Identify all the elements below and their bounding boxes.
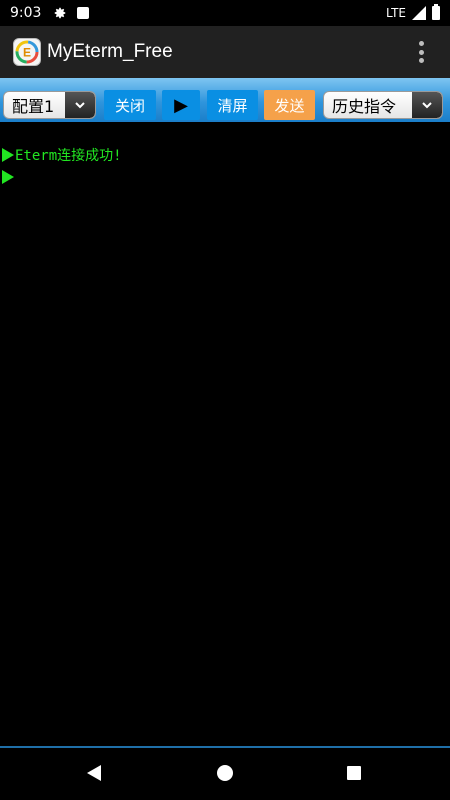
terminal-line (2, 168, 15, 186)
toolbar: 配置1 关闭 ▶ 清屏 发送 历史指令 (0, 78, 450, 122)
back-icon[interactable] (87, 765, 101, 781)
send-button[interactable]: 发送 (264, 90, 315, 120)
play-button[interactable]: ▶ (162, 90, 200, 120)
overflow-menu-icon[interactable] (418, 41, 424, 63)
recents-icon[interactable] (347, 766, 361, 780)
overflow-dot (418, 58, 424, 63)
overflow-dot (418, 41, 424, 46)
gear-icon (55, 7, 66, 19)
overflow-dot (418, 49, 424, 55)
navigation-bar (0, 748, 450, 800)
status-right: LTE (386, 4, 440, 20)
config-select[interactable]: 配置1 (3, 91, 96, 119)
history-select[interactable]: 历史指令 (323, 91, 443, 119)
app-logo-icon: E (13, 38, 41, 66)
terminal-line: Eterm连接成功! (2, 146, 122, 164)
chevron-down-icon (412, 92, 442, 118)
app-bar: E MyEterm_Free (0, 26, 450, 78)
status-bar: 9:03 LTE (0, 0, 450, 26)
prompt-icon (2, 170, 14, 184)
status-time: 9:03 (10, 5, 42, 21)
app-logo-graphic: E (15, 40, 39, 64)
config-select-label: 配置1 (12, 97, 55, 116)
terminal-output[interactable]: Eterm连接成功! (0, 122, 450, 746)
terminal-line-text: Eterm连接成功! (15, 148, 122, 164)
clear-screen-button[interactable]: 清屏 (207, 90, 258, 120)
screen: 9:03 LTE E MyEterm_Free 配置1 关闭 ▶ 清屏 发送 历… (0, 0, 450, 800)
play-icon: ▶ (174, 94, 188, 116)
battery-icon (432, 4, 440, 20)
close-button[interactable]: 关闭 (104, 90, 156, 120)
prompt-icon (2, 148, 14, 162)
home-icon[interactable] (217, 765, 233, 781)
notification-square-icon (77, 7, 90, 19)
svg-text:E: E (23, 46, 31, 60)
signal-icon (412, 6, 426, 20)
app-title: MyEterm_Free (47, 41, 173, 62)
history-select-label: 历史指令 (332, 97, 397, 116)
chevron-down-icon (65, 92, 95, 118)
network-type: LTE (386, 6, 406, 20)
